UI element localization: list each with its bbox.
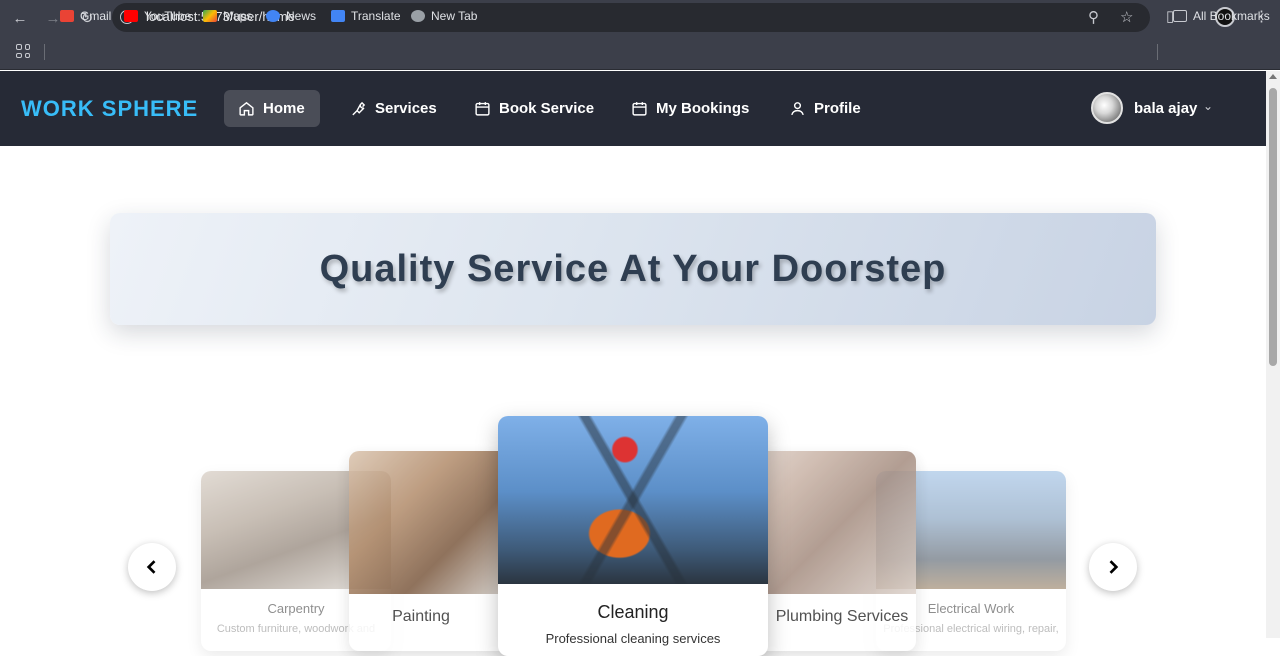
wrench-icon <box>352 101 366 116</box>
globe-icon <box>411 10 425 22</box>
nav-label: My Bookings <box>656 100 750 117</box>
scrollbar-thumb[interactable] <box>1269 88 1277 366</box>
nav-services[interactable]: Services <box>336 90 451 127</box>
brand-logo[interactable]: WORK SPHERE <box>21 96 198 122</box>
calendar-icon <box>475 102 490 116</box>
carousel-next-button[interactable] <box>1089 543 1137 591</box>
nav-my-bookings[interactable]: My Bookings <box>617 90 763 127</box>
nav-label: Book Service <box>499 100 595 117</box>
bookmarks-divider <box>1157 44 1158 60</box>
bookmark-maps[interactable]: Maps <box>203 9 252 23</box>
nav-home[interactable]: Home <box>224 90 320 127</box>
chevron-right-icon <box>1109 560 1119 574</box>
youtube-icon <box>124 10 138 22</box>
nav-label: Home <box>263 100 305 117</box>
avatar[interactable] <box>1091 92 1123 124</box>
hero-title: Quality Service At Your Doorstep <box>319 247 947 290</box>
bookmark-new-tab[interactable]: New Tab <box>411 9 477 23</box>
chevron-down-icon[interactable]: ⌄ <box>1203 99 1213 113</box>
calendar-icon <box>632 102 647 116</box>
service-title: Cleaning <box>597 602 669 622</box>
nav-book-service[interactable]: Book Service <box>460 90 608 127</box>
apps-grid-icon[interactable] <box>16 44 30 58</box>
user-name[interactable]: bala ajay <box>1134 100 1197 117</box>
scroll-up-icon[interactable] <box>1269 74 1277 79</box>
home-icon <box>239 101 254 116</box>
bookmarks-bar <box>0 36 1280 70</box>
hero-banner: Quality Service At Your Doorstep <box>110 213 1156 325</box>
password-key-icon[interactable]: ⚲ <box>1088 8 1099 26</box>
bookmark-label: New Tab <box>431 9 478 23</box>
user-icon <box>791 102 804 116</box>
bookmark-gmail[interactable]: Gmail <box>60 9 111 23</box>
service-card-cleaning[interactable]: Cleaning Professional cleaning services <box>498 416 768 656</box>
bookmark-translate[interactable]: Translate <box>331 9 401 23</box>
nav-label: Profile <box>814 100 861 117</box>
back-icon[interactable]: ← <box>9 7 31 29</box>
bookmark-youtube[interactable]: YouTube <box>124 9 191 23</box>
app-navbar: WORK SPHERE Home Services Book Service M… <box>0 71 1266 146</box>
news-icon <box>266 10 280 22</box>
carousel-prev-button[interactable] <box>128 543 176 591</box>
nav-profile[interactable]: Profile <box>775 90 875 127</box>
bookmark-news[interactable]: News <box>266 9 316 23</box>
bookmark-star-icon[interactable]: ☆ <box>1120 8 1133 26</box>
nav-label: Services <box>375 100 437 117</box>
bookmarks-divider <box>44 44 45 60</box>
bookmark-label: All Bookmarks <box>1193 9 1270 23</box>
service-description: Professional cleaning services <box>545 631 721 646</box>
chevron-left-icon <box>146 560 156 574</box>
all-bookmarks[interactable]: All Bookmarks <box>1173 9 1270 23</box>
translate-icon <box>331 10 345 22</box>
folder-icon <box>1173 10 1187 22</box>
bookmark-label: Gmail <box>80 9 112 23</box>
bookmark-label: Maps <box>223 9 253 23</box>
service-image <box>498 416 768 584</box>
bookmark-label: Translate <box>351 9 401 23</box>
bookmark-label: News <box>286 9 317 23</box>
bookmark-label: YouTube <box>144 9 192 23</box>
gmail-icon <box>60 10 74 22</box>
browser-toolbar: ← → ↻ i localhost:5173/user/home ⚲ ☆ ▯ ⋮ <box>0 0 1280 36</box>
maps-icon <box>203 10 217 22</box>
